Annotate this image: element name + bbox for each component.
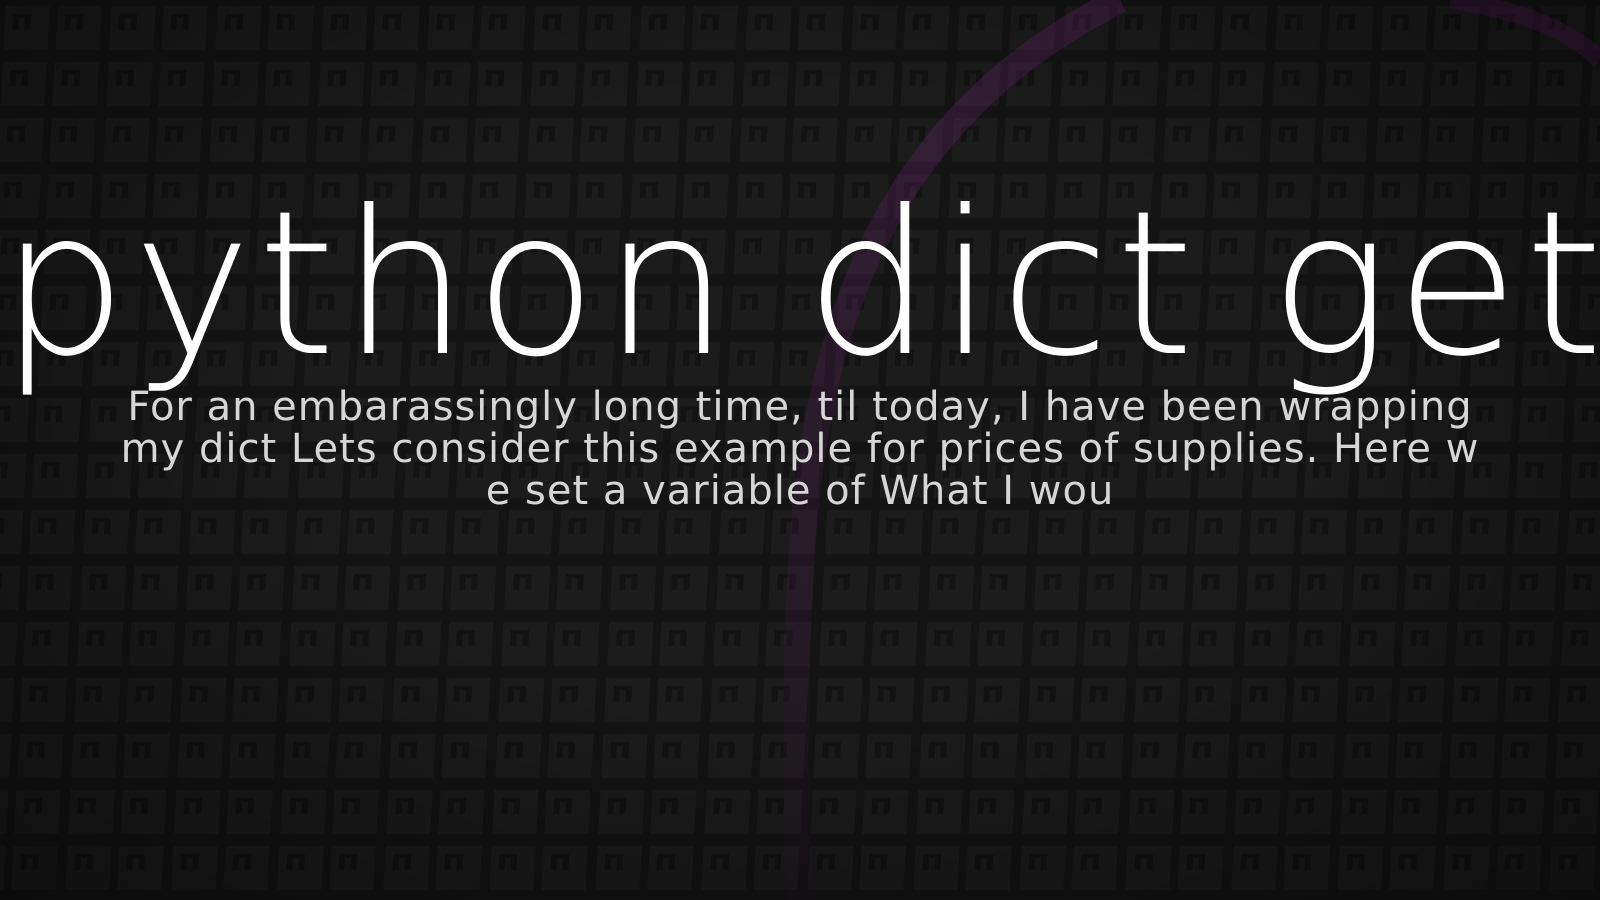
post-description: For an embarassingly long time, til toda… [120, 384, 1480, 514]
page-title: python dict get [0, 168, 1600, 401]
social-card: python dict get For an embarassingly lon… [0, 0, 1600, 900]
